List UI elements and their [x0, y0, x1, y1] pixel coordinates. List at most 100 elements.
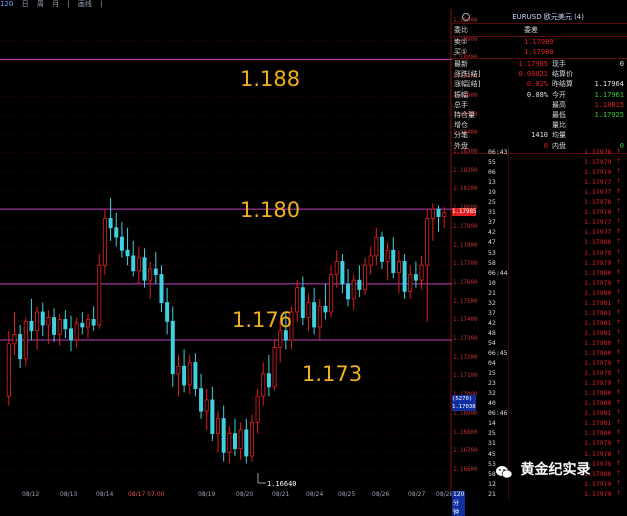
candle [346, 268, 351, 307]
tick-arrow-icon: ↑ [616, 419, 622, 427]
tick-row[interactable]: 37 1.17977 ↑ [452, 217, 627, 227]
weibi-label: 委比 [454, 26, 468, 34]
candle [374, 227, 379, 266]
candle [148, 261, 153, 299]
candle [391, 237, 396, 279]
period-selector[interactable]: 120 [0, 0, 13, 8]
toolbar-item-draw[interactable]: 画线 [78, 0, 92, 8]
candle [317, 298, 322, 341]
tick-row[interactable]: 58 1.17979 ↑ [452, 258, 627, 268]
candle [193, 353, 198, 397]
tick-row[interactable]: 06:46 1.17981 ↑ [452, 408, 627, 418]
tick-row[interactable]: 15 1.17979 ↑ [452, 368, 627, 378]
tick-row[interactable]: 37 1.17981 ↑ [452, 308, 627, 318]
candle [153, 252, 158, 284]
tick-row[interactable]: 21 1.17980 ↑ [452, 288, 627, 298]
candle [187, 355, 192, 395]
tick-time: 31 [488, 439, 496, 448]
tick-time: 19 [488, 188, 496, 197]
tick-row[interactable]: 04 1.17979 ↑ [452, 358, 627, 368]
tick-row[interactable]: 25 1.17980 ↑ [452, 428, 627, 438]
candle [295, 280, 300, 322]
date-axis-label: 08/12 [22, 491, 40, 498]
candle [334, 250, 339, 288]
tick-row[interactable]: 55 1.17979 ↑ [452, 157, 627, 167]
quote-label: 最低 [552, 111, 566, 119]
tick-price: 1.17979 [584, 158, 612, 167]
tick-arrow-icon: ↑ [616, 459, 622, 467]
tick-time: 55 [488, 158, 496, 167]
quote-value: 1.18015 [594, 100, 624, 109]
candle [363, 257, 368, 296]
tick-row[interactable]: 21 1.17979 ↑ [452, 489, 627, 499]
toolbar-item-week[interactable]: 周 [37, 0, 44, 8]
sell-row[interactable]: 卖① 1.17989 [454, 37, 624, 47]
tick-row[interactable]: 19 1.17977 ↑ [452, 187, 627, 197]
candle [159, 265, 164, 312]
tick-time: 37 [488, 218, 496, 227]
tick-price: 1.17979 [584, 258, 612, 267]
tick-time: 21 [488, 288, 496, 297]
tick-row[interactable]: 06:45 1.17980 ↑ [452, 348, 627, 358]
tick-list[interactable]: 06:43 1.17978 ↑ 55 1.17979 ↑ 06 1.17979 ↑ 13 1.179… [452, 147, 627, 500]
tick-row[interactable]: 31 1.17979 ↑ [452, 438, 627, 448]
tick-row[interactable]: 32 1.17981 ↑ [452, 298, 627, 308]
tick-row[interactable]: 48 1.17981 ↑ [452, 328, 627, 338]
tick-price: 1.17977 [584, 228, 612, 237]
tick-row[interactable]: 06:43 1.17978 ↑ [452, 147, 627, 157]
price-annotation: 1.180 [240, 198, 300, 222]
tick-row[interactable]: 06:44 1.17980 ↑ [452, 268, 627, 278]
candle [323, 283, 328, 320]
tick-row[interactable]: 06 1.17979 ↑ [452, 167, 627, 177]
quote-row: 分笔 1410 均量 [454, 130, 625, 140]
chart-grid [0, 9, 452, 490]
candle [272, 340, 277, 391]
quote-row: 增仓 量比 [454, 120, 625, 130]
tick-price: 1.17980 [584, 429, 612, 438]
tick-time: 12 [488, 479, 496, 488]
date-axis-label: 08/14 [96, 491, 114, 498]
tick-row[interactable]: 53 1.17979 ↑ [452, 248, 627, 258]
quote-label: 涨幅[结] [454, 80, 481, 89]
quote-row: 振幅 0.08% 今开 1.17961 [454, 90, 625, 100]
tick-row[interactable]: 31 1.17978 ↑ [452, 207, 627, 217]
quote-label: 最高 [552, 100, 566, 109]
tick-row[interactable]: 32 1.17980 ↑ [452, 388, 627, 398]
tick-arrow-icon: ↑ [616, 288, 622, 296]
price-annotation: 1.176 [232, 308, 292, 332]
tick-price: 1.17981 [584, 419, 612, 428]
tick-row[interactable]: 42 1.17977 ↑ [452, 227, 627, 237]
tick-arrow-icon: ↑ [616, 228, 622, 236]
candle [204, 388, 209, 430]
candle [408, 265, 413, 299]
tick-price: 1.17979 [584, 278, 612, 287]
tick-row[interactable]: 47 1.17980 ↑ [452, 237, 627, 247]
tick-arrow-icon: ↑ [616, 178, 622, 186]
tick-time: 23 [488, 379, 496, 388]
quote-value: 1.17925 [594, 111, 624, 119]
tick-time: 25 [488, 198, 496, 207]
tick-row[interactable]: 10 1.17979 ↑ [452, 278, 627, 288]
buy-row[interactable]: 买① 1.17980 [454, 47, 624, 57]
tick-row[interactable]: 54 1.17980 ↑ [452, 338, 627, 348]
quote-label: 今开 [552, 90, 566, 99]
candle [40, 302, 45, 337]
symbol-header[interactable]: EURUSD 欧元美元 (4) [462, 12, 622, 22]
trading-terminal: 120 日 周 月 | 画线 | 1.188 1.180 1.176 1.173 1.… [0, 0, 627, 516]
candle [425, 209, 430, 322]
candle [108, 197, 113, 241]
tick-time: 25 [488, 429, 496, 438]
tick-row[interactable]: 40 1.17980 ↑ [452, 398, 627, 408]
tick-row[interactable]: 14 1.17981 ↑ [452, 418, 627, 428]
candlestick-chart[interactable]: 1.188 1.180 1.176 1.173 1.16640 [0, 9, 452, 490]
tick-row[interactable]: 42 1.17981 ↑ [452, 318, 627, 328]
toolbar-item-month[interactable]: 月 [52, 0, 59, 8]
tick-row[interactable]: 13 1.17977 ↑ [452, 177, 627, 187]
candle [52, 308, 57, 342]
tick-price: 1.17979 [584, 489, 612, 498]
toolbar-item-day[interactable]: 日 [22, 0, 29, 8]
quote-row: 涨跌[结] 0.00021 结算价 [454, 69, 625, 79]
tick-row[interactable]: 25 1.17978 ↑ [452, 197, 627, 207]
tick-arrow-icon: ↑ [616, 298, 622, 306]
tick-row[interactable]: 23 1.17979 ↑ [452, 378, 627, 388]
